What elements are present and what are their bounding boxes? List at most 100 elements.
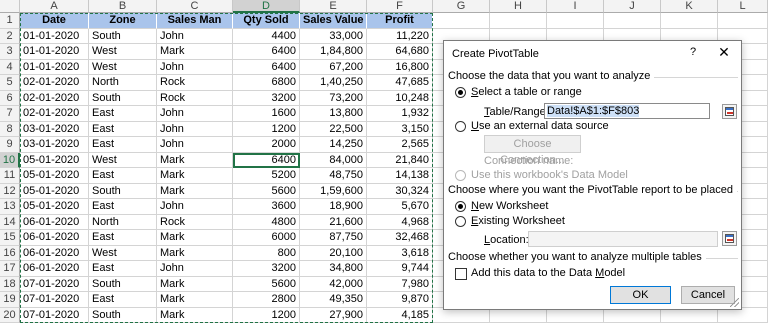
add-data-model-label[interactable]: Add this data to the Data Model xyxy=(471,267,625,279)
data-cell[interactable]: 2800 xyxy=(233,292,300,308)
column-header-c[interactable]: C xyxy=(157,0,233,13)
data-cell[interactable]: Mark xyxy=(157,230,233,246)
column-title-cell[interactable]: Sales Value xyxy=(300,13,367,29)
data-cell[interactable]: Mark xyxy=(157,168,233,184)
column-header-j[interactable]: J xyxy=(604,0,661,13)
data-cell[interactable]: 5600 xyxy=(233,276,300,292)
data-cell[interactable]: Rock xyxy=(157,214,233,230)
row-header-3[interactable]: 3 xyxy=(0,44,20,60)
data-cell[interactable]: 11,220 xyxy=(367,28,433,44)
data-cell[interactable]: 5,670 xyxy=(367,199,433,215)
data-cell[interactable]: 01-01-2020 xyxy=(20,44,89,60)
empty-cell[interactable] xyxy=(433,13,490,29)
data-cell[interactable]: 06-01-2020 xyxy=(20,230,89,246)
row-header-8[interactable]: 8 xyxy=(0,121,20,137)
table-range-input[interactable]: Data!$A$1:$F$803 xyxy=(544,103,710,119)
data-cell[interactable]: 01-01-2020 xyxy=(20,59,89,75)
column-header-e[interactable]: E xyxy=(300,0,367,13)
data-cell[interactable]: 87,750 xyxy=(300,230,367,246)
ok-button[interactable]: OK xyxy=(610,286,671,304)
data-cell[interactable]: Mark xyxy=(157,307,233,323)
data-cell[interactable]: 49,350 xyxy=(300,292,367,308)
data-cell[interactable]: 21,840 xyxy=(367,152,433,168)
empty-cell[interactable] xyxy=(547,13,604,29)
data-cell[interactable]: 10,248 xyxy=(367,90,433,106)
data-cell[interactable]: 34,800 xyxy=(300,261,367,277)
data-cell[interactable]: 84,000 xyxy=(300,152,367,168)
data-cell[interactable]: North xyxy=(89,214,157,230)
data-cell[interactable]: 07-01-2020 xyxy=(20,292,89,308)
select-table-radio[interactable] xyxy=(455,87,466,98)
column-header-l[interactable]: L xyxy=(718,0,768,13)
row-header-18[interactable]: 18 xyxy=(0,276,20,292)
data-cell[interactable]: North xyxy=(89,75,157,91)
row-header-7[interactable]: 7 xyxy=(0,106,20,122)
data-cell[interactable]: John xyxy=(157,121,233,137)
close-icon[interactable]: ✕ xyxy=(716,44,732,61)
data-cell[interactable]: 6800 xyxy=(233,75,300,91)
data-cell[interactable]: 5200 xyxy=(233,168,300,184)
data-cell[interactable]: 1,84,800 xyxy=(300,44,367,60)
data-cell[interactable]: 1,40,250 xyxy=(300,75,367,91)
data-cell[interactable]: 73,200 xyxy=(300,90,367,106)
column-title-cell[interactable]: Profit xyxy=(367,13,433,29)
data-cell[interactable]: East xyxy=(89,261,157,277)
data-cell[interactable]: 06-01-2020 xyxy=(20,261,89,277)
data-cell[interactable]: 4,185 xyxy=(367,307,433,323)
row-header-20[interactable]: 20 xyxy=(0,307,20,323)
data-cell[interactable]: 22,500 xyxy=(300,121,367,137)
data-cell[interactable]: West xyxy=(89,245,157,261)
empty-cell[interactable] xyxy=(661,13,718,29)
data-cell[interactable]: John xyxy=(157,106,233,122)
cancel-button[interactable]: Cancel xyxy=(681,286,735,304)
data-cell[interactable]: 02-01-2020 xyxy=(20,90,89,106)
empty-cell[interactable] xyxy=(490,13,547,29)
data-cell[interactable]: South xyxy=(89,183,157,199)
row-header-12[interactable]: 12 xyxy=(0,183,20,199)
data-cell[interactable]: West xyxy=(89,59,157,75)
column-header-h[interactable]: H xyxy=(490,0,547,13)
row-header-19[interactable]: 19 xyxy=(0,292,20,308)
column-header-f[interactable]: F xyxy=(367,0,433,13)
data-cell[interactable]: 05-01-2020 xyxy=(20,152,89,168)
select-all-corner[interactable] xyxy=(0,0,20,13)
data-cell[interactable]: 3600 xyxy=(233,199,300,215)
row-header-4[interactable]: 4 xyxy=(0,59,20,75)
data-cell[interactable]: 20,100 xyxy=(300,245,367,261)
data-cell[interactable]: 21,600 xyxy=(300,214,367,230)
row-header-6[interactable]: 6 xyxy=(0,90,20,106)
data-cell[interactable]: John xyxy=(157,137,233,153)
data-cell[interactable]: 9,870 xyxy=(367,292,433,308)
empty-cell[interactable] xyxy=(604,13,661,29)
data-cell[interactable]: 7,980 xyxy=(367,276,433,292)
column-title-cell[interactable]: Zone xyxy=(89,13,157,29)
data-cell[interactable]: 01-01-2020 xyxy=(20,28,89,44)
select-table-label[interactable]: Select a table or range xyxy=(471,86,582,98)
data-cell[interactable]: Mark xyxy=(157,183,233,199)
data-cell[interactable]: 07-01-2020 xyxy=(20,276,89,292)
data-cell[interactable]: East xyxy=(89,168,157,184)
data-cell[interactable]: 9,744 xyxy=(367,261,433,277)
column-title-cell[interactable]: Qty Sold xyxy=(233,13,300,29)
data-cell[interactable]: 1200 xyxy=(233,307,300,323)
dialog-titlebar[interactable]: Create PivotTable ? ✕ xyxy=(444,41,741,67)
data-cell[interactable]: John xyxy=(157,199,233,215)
row-header-14[interactable]: 14 xyxy=(0,214,20,230)
data-cell[interactable]: 1600 xyxy=(233,106,300,122)
data-cell[interactable]: South xyxy=(89,28,157,44)
column-header-i[interactable]: I xyxy=(547,0,604,13)
data-cell[interactable]: 05-01-2020 xyxy=(20,199,89,215)
data-cell[interactable]: 2000 xyxy=(233,137,300,153)
data-cell[interactable]: East xyxy=(89,199,157,215)
column-title-cell[interactable]: Sales Man xyxy=(157,13,233,29)
data-cell[interactable]: 47,685 xyxy=(367,75,433,91)
data-cell[interactable]: 3200 xyxy=(233,90,300,106)
data-cell[interactable]: 3,618 xyxy=(367,245,433,261)
column-header-a[interactable]: A xyxy=(20,0,89,13)
location-picker-button[interactable] xyxy=(722,231,737,246)
column-header-b[interactable]: B xyxy=(89,0,157,13)
existing-worksheet-label[interactable]: Existing Worksheet xyxy=(471,215,565,227)
row-header-16[interactable]: 16 xyxy=(0,245,20,261)
column-header-k[interactable]: K xyxy=(661,0,718,13)
column-header-d[interactable]: D xyxy=(233,0,300,13)
